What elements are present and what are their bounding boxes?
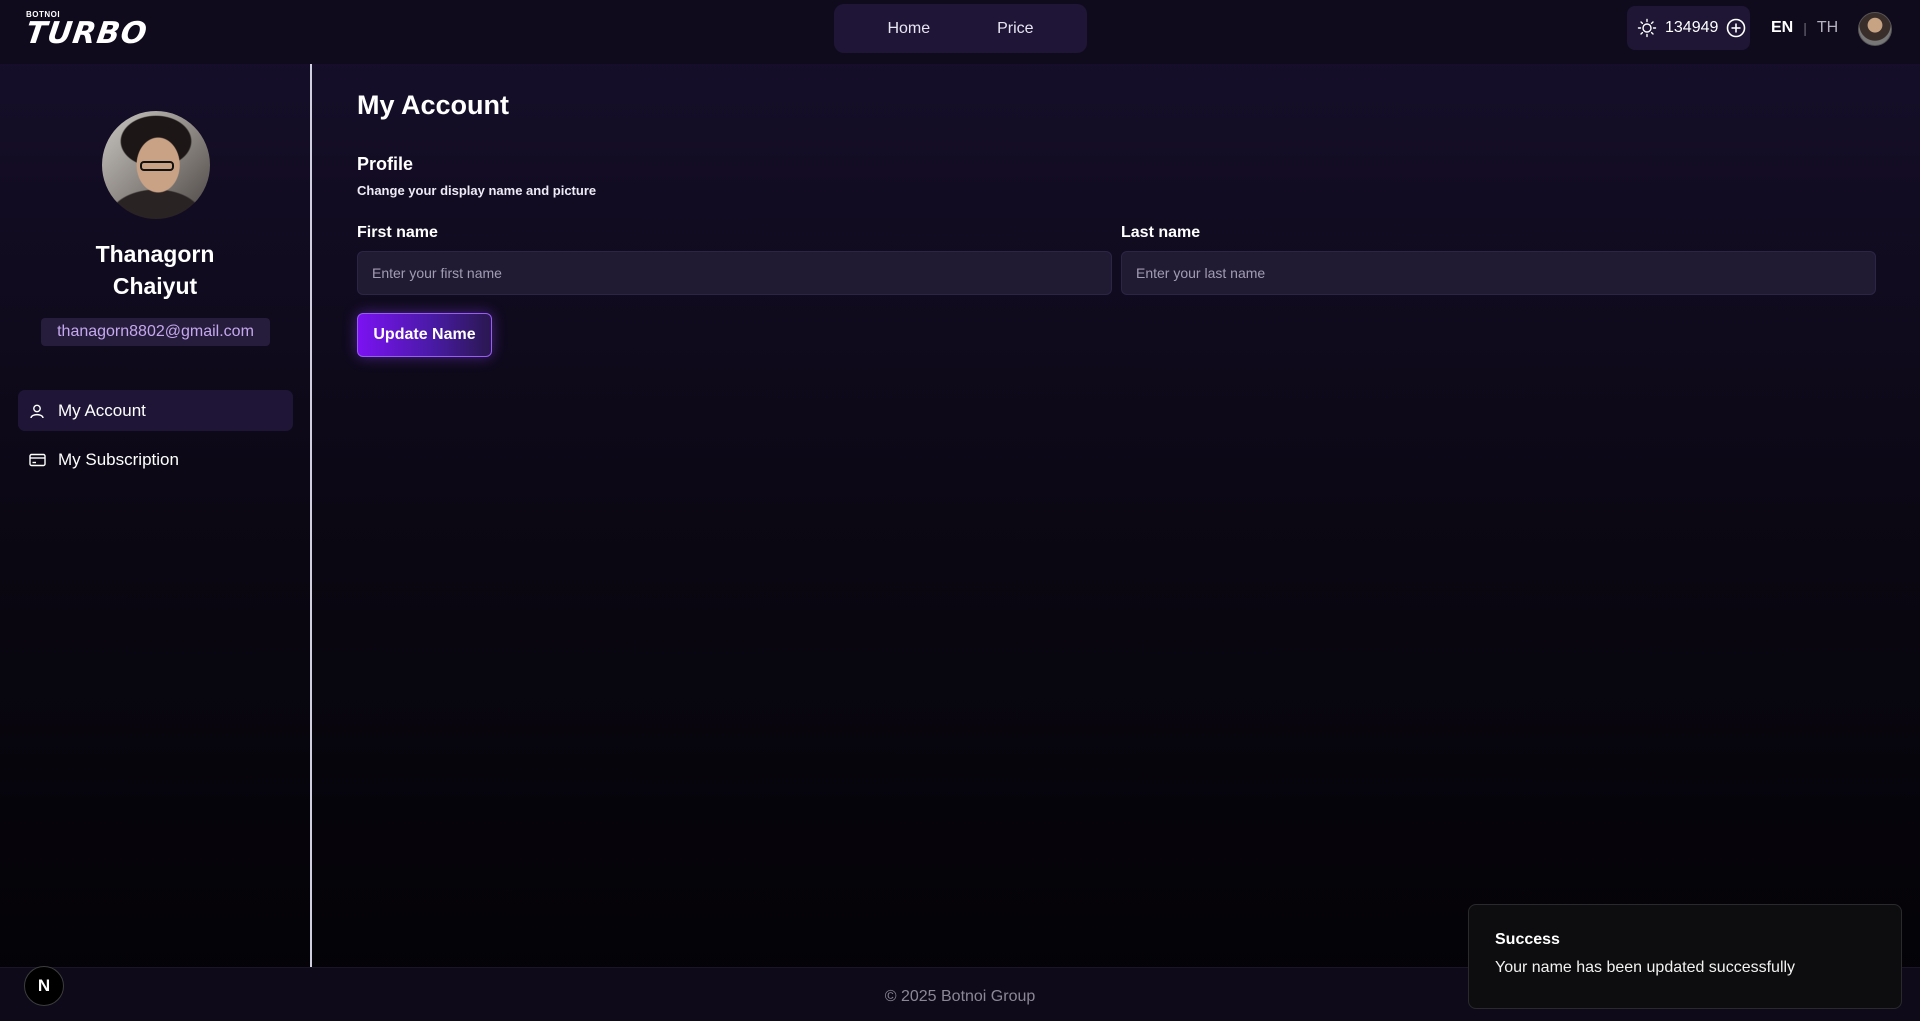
- sidebar-item-label: My Subscription: [58, 449, 179, 469]
- profile-last-name: Chaiyut: [112, 273, 198, 299]
- botnoi-turbo-logo[interactable]: BOTNOI TURBO: [23, 10, 150, 51]
- language-switcher: EN | TH: [1771, 17, 1838, 39]
- lang-th-option[interactable]: TH: [1817, 19, 1838, 37]
- sidebar-item-my-account[interactable]: My Account: [18, 390, 293, 431]
- account-sidebar: Thanagorn Chaiyut thanagorn8802@gmail.co…: [0, 64, 312, 967]
- last-name-label: Last name: [1121, 224, 1201, 241]
- toast-message: Your name has been updated successfully: [1495, 959, 1796, 976]
- first-name-label: First name: [357, 224, 438, 241]
- profile-avatar: [102, 111, 210, 219]
- lang-en-option[interactable]: EN: [1771, 19, 1793, 37]
- update-name-button[interactable]: Update Name: [357, 313, 492, 357]
- logo-big-text: TURBO: [23, 16, 150, 51]
- main-nav: Home Price: [834, 4, 1087, 53]
- nextjs-dev-badge[interactable]: N: [24, 966, 64, 1006]
- first-name-input[interactable]: [357, 251, 1112, 295]
- sun-icon: [1637, 18, 1657, 38]
- credits-amount: 134949: [1665, 19, 1719, 36]
- sidebar-item-my-subscription[interactable]: My Subscription: [18, 439, 293, 480]
- toast-title: Success: [1495, 931, 1560, 948]
- profile-email-badge: thanagorn8802@gmail.com: [41, 318, 270, 346]
- credits-widget[interactable]: 134949: [1627, 6, 1750, 50]
- user-icon: [28, 402, 46, 420]
- card-icon: [28, 451, 46, 469]
- last-name-input[interactable]: [1121, 251, 1876, 295]
- top-navbar: BOTNOI TURBO Home Price 134949 EN | TH: [0, 0, 1920, 64]
- nav-home-link[interactable]: Home: [887, 20, 930, 38]
- profile-section-subtitle: Change your display name and picture: [357, 183, 597, 198]
- success-toast[interactable]: Success Your name has been updated succe…: [1468, 904, 1902, 1009]
- add-credits-icon[interactable]: [1726, 18, 1746, 38]
- nav-price-link[interactable]: Price: [997, 20, 1033, 38]
- sidebar-item-label: My Account: [58, 400, 146, 420]
- lang-separator: |: [1803, 20, 1807, 36]
- profile-name: Thanagorn Chaiyut: [0, 238, 310, 302]
- user-avatar-button[interactable]: [1858, 12, 1892, 46]
- avatar-glasses: [140, 161, 174, 171]
- profile-first-name: Thanagorn: [95, 241, 215, 267]
- page-title: My Account: [357, 90, 510, 120]
- profile-section-title: Profile: [357, 154, 414, 174]
